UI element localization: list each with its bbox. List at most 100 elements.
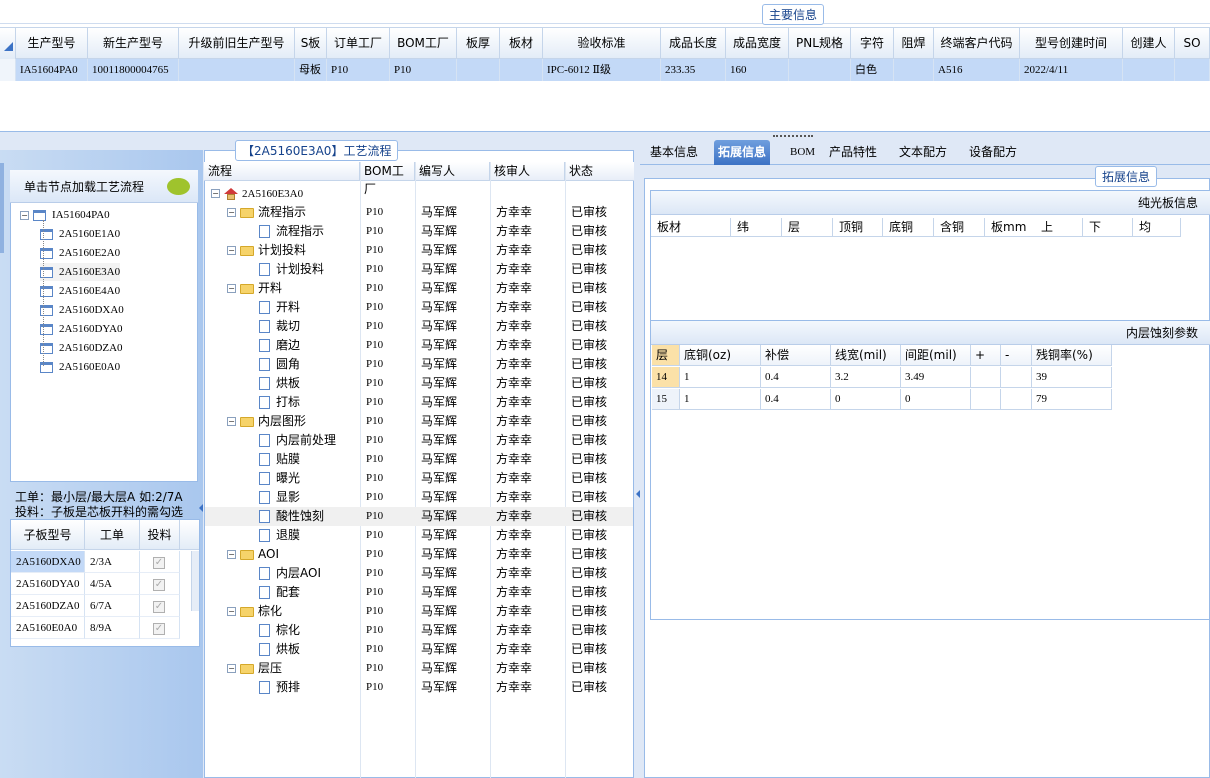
etch-cell[interactable]: 79: [1032, 389, 1112, 410]
mid-splitter[interactable]: [635, 150, 640, 778]
tree-node[interactable]: 2A5160DZA0: [40, 339, 123, 357]
tab-extended-info[interactable]: 拓展信息: [714, 140, 771, 165]
process-row[interactable]: − AOI P10 马军辉 方幸幸 已审核: [205, 545, 633, 564]
bare-board-col-3[interactable]: 顶铜: [833, 218, 883, 237]
process-row[interactable]: 裁切 P10 马军辉 方幸幸 已审核: [205, 317, 633, 336]
bare-board-col-1[interactable]: 纬: [731, 218, 782, 237]
etch-cell[interactable]: 14: [652, 367, 680, 388]
cell-7[interactable]: [500, 59, 543, 81]
column-header-3[interactable]: S板: [295, 28, 327, 59]
collapse-icon[interactable]: −: [227, 284, 236, 293]
column-header-12[interactable]: 字符: [851, 28, 894, 59]
feed-cell[interactable]: ✓: [140, 573, 180, 595]
tab-equipment-recipe[interactable]: 设备配方: [965, 140, 1021, 165]
column-header-0[interactable]: 生产型号: [16, 28, 88, 59]
tab-basic-info[interactable]: 基本信息: [646, 140, 702, 165]
cell-0[interactable]: IA51604PA0: [16, 59, 88, 81]
process-row[interactable]: 圆角 P10 马军辉 方幸幸 已审核: [205, 355, 633, 374]
etch-cell[interactable]: 0: [901, 389, 971, 410]
etch-col-2[interactable]: 补偿: [761, 345, 831, 366]
tree-root-node[interactable]: − IA51604PA0: [20, 206, 110, 224]
process-row[interactable]: 配套 P10 马军辉 方幸幸 已审核: [205, 583, 633, 602]
cell-3[interactable]: 母板: [295, 59, 327, 81]
cell-4[interactable]: P10: [327, 59, 390, 81]
column-header-13[interactable]: 阻焊: [894, 28, 934, 59]
col-flow[interactable]: 流程: [204, 162, 360, 180]
tree-node[interactable]: 2A5160DYA0: [40, 320, 123, 338]
row-indicator[interactable]: [0, 59, 16, 81]
process-row[interactable]: 预排 P10 马军辉 方幸幸 已审核: [205, 678, 633, 697]
bare-board-col-5[interactable]: 含铜: [934, 218, 985, 237]
collapse-icon[interactable]: −: [20, 210, 29, 220]
process-root-row[interactable]: − 2A5160E3A0: [205, 184, 633, 203]
feed-checkbox[interactable]: ✓: [153, 623, 165, 635]
process-row[interactable]: 内层前处理 P10 马军辉 方幸幸 已审核: [205, 431, 633, 450]
etch-cell[interactable]: 1: [680, 367, 761, 388]
etch-col-7[interactable]: 残铜率(%): [1032, 345, 1112, 366]
cell-2[interactable]: [179, 59, 295, 81]
order-cell[interactable]: 6/7A: [85, 595, 140, 617]
bare-board-col-9[interactable]: 均: [1133, 218, 1181, 237]
cell-1[interactable]: 10011800004765: [88, 59, 179, 81]
order-cell[interactable]: 4/5A: [85, 573, 140, 595]
process-row[interactable]: 酸性蚀刻 P10 马军辉 方幸幸 已审核: [205, 507, 633, 526]
process-row[interactable]: 烘板 P10 马军辉 方幸幸 已审核: [205, 374, 633, 393]
collapse-icon[interactable]: −: [227, 246, 236, 255]
order-cell[interactable]: 2/3A: [85, 551, 140, 573]
col-bom-factory[interactable]: BOM工厂: [360, 162, 415, 196]
etch-cell[interactable]: 3.2: [831, 367, 901, 388]
etch-cell[interactable]: 39: [1032, 367, 1112, 388]
etch-cell[interactable]: [1001, 389, 1032, 410]
order-cell[interactable]: 8/9A: [85, 617, 140, 639]
left-splitter-handle[interactable]: [199, 500, 203, 530]
process-row[interactable]: 退膜 P10 马军辉 方幸幸 已审核: [205, 526, 633, 545]
etch-cell[interactable]: [1001, 367, 1032, 388]
column-header-11[interactable]: PNL规格: [789, 28, 851, 59]
cell-15[interactable]: 2022/4/11: [1020, 59, 1123, 81]
bare-board-col-4[interactable]: 底铜: [883, 218, 934, 237]
sub-model-cell[interactable]: 2A5160DXA0: [11, 551, 85, 573]
process-row[interactable]: 显影 P10 马军辉 方幸幸 已审核: [205, 488, 633, 507]
feed-cell[interactable]: ✓: [140, 595, 180, 617]
process-row[interactable]: 棕化 P10 马军辉 方幸幸 已审核: [205, 621, 633, 640]
etch-cell[interactable]: [971, 389, 1001, 410]
feed-checkbox[interactable]: ✓: [153, 557, 165, 569]
feed-checkbox[interactable]: ✓: [153, 601, 165, 613]
etch-col-0[interactable]: 层: [652, 345, 680, 366]
col-checker[interactable]: 核审人: [490, 162, 565, 180]
process-row[interactable]: − 开料 P10 马军辉 方幸幸 已审核: [205, 279, 633, 298]
sub-model-cell[interactable]: 2A5160E0A0: [11, 617, 85, 639]
bare-board-col-2[interactable]: 层: [782, 218, 833, 237]
etch-col-1[interactable]: 底铜(oz): [680, 345, 761, 366]
col-writer[interactable]: 编写人: [415, 162, 490, 180]
bare-board-col-8[interactable]: 下: [1083, 218, 1133, 237]
collapse-icon[interactable]: −: [227, 664, 236, 673]
tree-node[interactable]: 2A5160E0A0: [40, 358, 120, 376]
etch-cell[interactable]: 0.4: [761, 389, 831, 410]
process-row[interactable]: − 计划投料 P10 马军辉 方幸幸 已审核: [205, 241, 633, 260]
etch-cell[interactable]: 15: [652, 389, 680, 410]
process-row[interactable]: 开料 P10 马军辉 方幸幸 已审核: [205, 298, 633, 317]
tab-bom[interactable]: BOM: [786, 140, 819, 165]
column-header-15[interactable]: 型号创建时间: [1020, 28, 1123, 59]
process-row[interactable]: 打标 P10 马军辉 方幸幸 已审核: [205, 393, 633, 412]
vertical-scrollbar[interactable]: [191, 551, 199, 611]
load-process-button[interactable]: 单击节点加载工艺流程: [10, 170, 198, 203]
sub-model-cell[interactable]: 2A5160DYA0: [11, 573, 85, 595]
process-row[interactable]: 流程指示 P10 马军辉 方幸幸 已审核: [205, 222, 633, 241]
process-row[interactable]: 曝光 P10 马军辉 方幸幸 已审核: [205, 469, 633, 488]
cell-14[interactable]: A516: [934, 59, 1020, 81]
tree-node[interactable]: 2A5160E4A0: [40, 282, 120, 300]
etch-cell[interactable]: 0: [831, 389, 901, 410]
etch-cell[interactable]: 1: [680, 389, 761, 410]
column-header-14[interactable]: 终端客户代码: [934, 28, 1020, 59]
col-sub-model[interactable]: 子板型号: [11, 520, 85, 550]
column-header-2[interactable]: 升级前旧生产型号: [179, 28, 295, 59]
tree-node[interactable]: 2A5160E2A0: [40, 244, 120, 262]
collapse-icon[interactable]: −: [227, 208, 236, 217]
tab-product-features[interactable]: 产品特性: [825, 140, 881, 165]
etch-col-6[interactable]: -: [1001, 345, 1032, 366]
col-order[interactable]: 工单: [85, 520, 140, 550]
feed-cell[interactable]: ✓: [140, 617, 180, 639]
column-header-17[interactable]: SO: [1175, 28, 1210, 59]
